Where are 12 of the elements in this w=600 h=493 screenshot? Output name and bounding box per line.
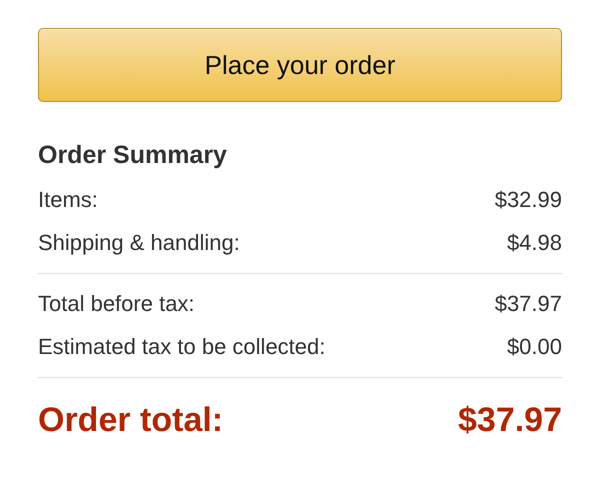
line-label: Items:: [38, 186, 98, 212]
place-order-button[interactable]: Place your order: [38, 28, 562, 102]
line-amount: $32.99: [494, 186, 562, 212]
summary-title: Order Summary: [38, 140, 228, 170]
line-label: Total before tax:: [38, 290, 195, 316]
line-label: Shipping & handling:: [38, 230, 240, 256]
total-amount: $37.97: [458, 400, 562, 440]
line-amount: $4.98: [506, 230, 562, 256]
line-amount: $0.00: [506, 334, 562, 360]
line-amount: $37.97: [494, 290, 562, 316]
total-label: Order total:: [38, 400, 224, 440]
line-label: Estimated tax to be collected:: [38, 334, 326, 360]
